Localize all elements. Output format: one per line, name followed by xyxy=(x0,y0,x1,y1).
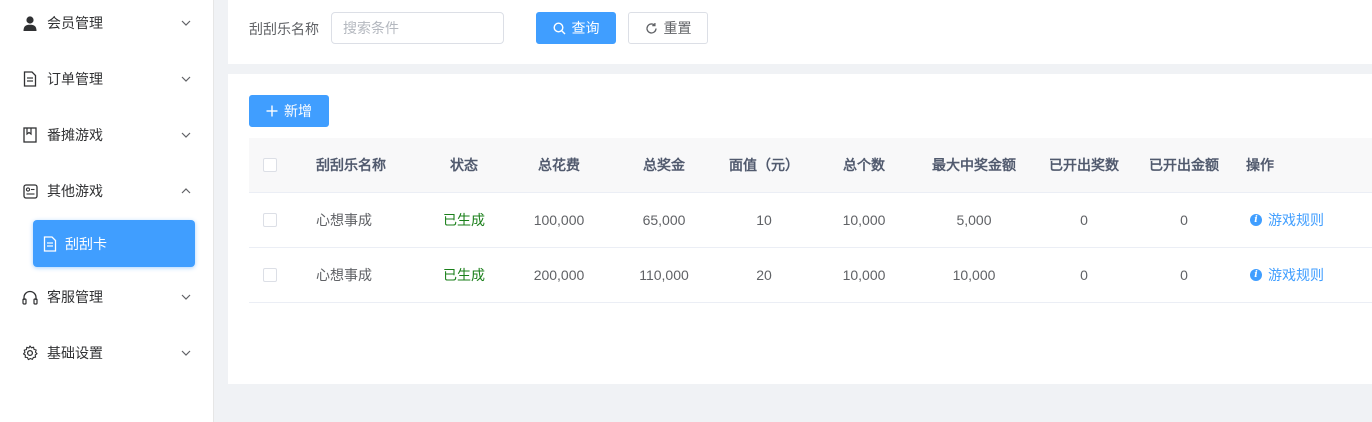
row-checkbox[interactable] xyxy=(263,268,277,282)
sidebar-item-label: 其他游戏 xyxy=(47,183,103,199)
sidebar-subitem-scratch-card[interactable]: 刮刮卡 xyxy=(33,220,195,267)
search-icon xyxy=(552,21,565,34)
header-actions: 操作 xyxy=(1246,157,1274,173)
bookmark-icon xyxy=(22,127,38,143)
gear-icon xyxy=(22,345,38,361)
cell-total-count: 10,000 xyxy=(842,267,886,283)
document-icon xyxy=(43,235,57,252)
header-total-prize[interactable]: 总奖金 xyxy=(614,138,714,192)
query-button[interactable]: 查询 xyxy=(536,12,616,44)
search-field-label: 刮刮乐名称 xyxy=(249,21,319,37)
header-opened-count[interactable]: 已开出奖数 xyxy=(1034,138,1134,192)
cell-face-value: 20 xyxy=(756,267,772,283)
reset-button[interactable]: 重置 xyxy=(628,12,708,44)
headset-icon xyxy=(22,289,38,305)
chevron-down-icon xyxy=(181,350,191,356)
cell-max-prize: 10,000 xyxy=(952,267,996,283)
cell-opened-amount: 0 xyxy=(1180,212,1188,228)
cell-opened-amount: 0 xyxy=(1180,267,1188,283)
cell-actions: i 游戏规则 xyxy=(1250,193,1324,247)
sidebar-item-fantan[interactable]: 番摊游戏 xyxy=(0,107,214,163)
header-opened-amount[interactable]: 已开出金额 xyxy=(1134,138,1234,192)
select-all-checkbox[interactable] xyxy=(263,158,277,172)
sidebar-item-basic-settings[interactable]: 基础设置 xyxy=(0,325,214,381)
sidebar-item-label: 客服管理 xyxy=(47,289,103,305)
header-face-value[interactable]: 面值（元） xyxy=(714,138,814,192)
cell-status: 已生成 xyxy=(443,267,485,283)
header-max-prize[interactable]: 最大中奖金额 xyxy=(914,138,1034,192)
cell-opened-count: 0 xyxy=(1080,212,1088,228)
cell-name: 心想事成 xyxy=(316,212,372,228)
search-input[interactable] xyxy=(331,12,504,44)
sidebar-item-label: 订单管理 xyxy=(47,71,103,87)
sidebar-item-label: 会员管理 xyxy=(47,15,103,31)
sidebar-item-customer-service[interactable]: 客服管理 xyxy=(0,269,214,325)
header-name[interactable]: 刮刮乐名称 xyxy=(316,138,386,192)
select-all-cell xyxy=(263,138,277,192)
table-header: 刮刮乐名称 状态 总花费 总奖金 面值（元） 总个数 最大中奖金额 已开出奖数 … xyxy=(249,138,1372,193)
sidebar: 会员管理 订单管理 番摊游戏 其他游戏 刮刮卡 客服管理 基础设置 xyxy=(0,0,214,422)
cell-total-cost: 200,000 xyxy=(533,267,585,283)
cell-max-prize: 5,000 xyxy=(956,212,992,228)
row-select-cell xyxy=(263,193,277,247)
cell-total-prize: 110,000 xyxy=(639,267,689,283)
sidebar-item-orders[interactable]: 订单管理 xyxy=(0,51,214,107)
search-panel: 刮刮乐名称 查询 重置 xyxy=(228,0,1372,64)
table-row: 心想事成 已生成 200,000 110,000 20 10,000 10,00… xyxy=(249,248,1372,303)
cell-total-count: 10,000 xyxy=(842,212,886,228)
document-icon xyxy=(22,71,38,87)
cell-name: 心想事成 xyxy=(316,267,372,283)
plus-icon xyxy=(266,105,278,117)
chevron-down-icon xyxy=(181,132,191,138)
sidebar-item-other-games[interactable]: 其他游戏 xyxy=(0,163,214,219)
query-button-label: 查询 xyxy=(571,20,600,36)
sidebar-item-label: 基础设置 xyxy=(47,345,103,361)
header-status[interactable]: 状态 xyxy=(414,138,514,192)
cell-face-value: 10 xyxy=(756,212,772,228)
cell-total-prize: 65,000 xyxy=(642,212,686,228)
game-rules-link[interactable]: i 游戏规则 xyxy=(1250,210,1324,230)
refresh-icon xyxy=(645,22,657,34)
chevron-down-icon xyxy=(181,20,191,26)
cell-total-cost: 100,000 xyxy=(533,212,585,228)
sidebar-item-members[interactable]: 会员管理 xyxy=(0,0,214,51)
table-row: 心想事成 已生成 100,000 65,000 10 10,000 5,000 … xyxy=(249,193,1372,248)
game-card-icon xyxy=(22,183,38,199)
user-icon xyxy=(22,15,38,31)
chevron-down-icon xyxy=(181,294,191,300)
cell-status: 已生成 xyxy=(443,212,485,228)
chevron-up-icon xyxy=(181,188,191,194)
cell-actions: i 游戏规则 xyxy=(1250,248,1324,302)
header-total-count[interactable]: 总个数 xyxy=(814,138,914,192)
game-rules-link[interactable]: i 游戏规则 xyxy=(1250,265,1324,285)
add-button[interactable]: 新增 xyxy=(249,95,329,127)
add-button-label: 新增 xyxy=(284,103,312,119)
reset-button-label: 重置 xyxy=(663,20,692,36)
header-total-cost[interactable]: 总花费 xyxy=(509,138,609,192)
info-icon: i xyxy=(1250,214,1262,226)
info-icon: i xyxy=(1250,269,1262,281)
row-select-cell xyxy=(263,248,277,302)
game-rules-label: 游戏规则 xyxy=(1268,267,1324,283)
row-checkbox[interactable] xyxy=(263,213,277,227)
sidebar-item-label: 番摊游戏 xyxy=(47,127,103,143)
table-panel: 新增 刮刮乐名称 状态 总花费 总奖金 面值（元） 总个数 最大中奖金额 已开出… xyxy=(228,74,1372,384)
game-rules-label: 游戏规则 xyxy=(1268,212,1324,228)
sidebar-subitem-label: 刮刮卡 xyxy=(65,235,107,252)
cell-opened-count: 0 xyxy=(1080,267,1088,283)
chevron-down-icon xyxy=(181,76,191,82)
